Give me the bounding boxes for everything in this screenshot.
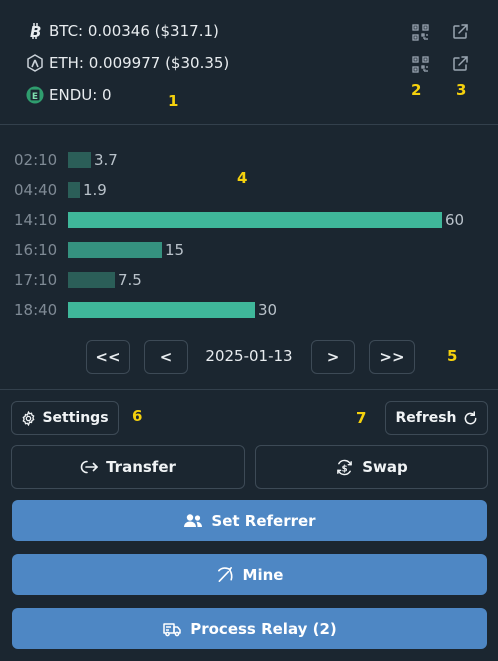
refresh-button[interactable]: Refresh (385, 401, 488, 435)
marker-7: 7 (356, 409, 367, 427)
btc-external-link-icon[interactable] (450, 22, 470, 42)
bar-row-0440: 04:40 1.9 (14, 181, 107, 199)
divider-top (0, 124, 498, 125)
settings-button[interactable]: Settings (11, 401, 119, 435)
btc-balance-row: B BTC: 0.00346 ($317.1) (26, 22, 219, 40)
transfer-label: Transfer (106, 458, 176, 476)
process-relay-label: Process Relay (2) (190, 619, 337, 638)
bar-time-label: 14:10 (14, 211, 58, 229)
bar-1410 (68, 212, 442, 228)
bar-row-1410: 14:10 60 (14, 211, 464, 229)
swap-icon: $ (335, 458, 354, 477)
bar-row-1840: 18:40 30 (14, 301, 277, 319)
marker-2: 2 (411, 81, 422, 99)
bar-value-label: 15 (165, 241, 185, 259)
bar-0210 (68, 152, 91, 168)
bar-row-0210: 02:10 3.7 (14, 151, 118, 169)
transfer-button[interactable]: Transfer (11, 445, 245, 489)
truck-icon (162, 621, 182, 637)
endu-balance-row: E ENDU: 0 (26, 86, 112, 104)
bar-value-label: 60 (445, 211, 465, 229)
bar-row-1610: 16:10 15 (14, 241, 184, 259)
arbitrum-icon (26, 54, 44, 72)
gear-icon (21, 410, 36, 426)
btc-balance-text: BTC: 0.00346 ($317.1) (49, 22, 219, 40)
btc-qr-code-icon[interactable] (410, 22, 430, 42)
marker-4: 4 (237, 169, 248, 187)
bar-time-label: 18:40 (14, 301, 58, 319)
bar-1840 (68, 302, 255, 318)
bar-value-label: 30 (258, 301, 278, 319)
marker-3: 3 (456, 81, 467, 99)
eth-balance-row: ETH: 0.009977 ($30.35) (26, 54, 229, 72)
prev-page-button[interactable]: < (144, 340, 188, 374)
bar-value-label: 3.7 (94, 151, 118, 169)
bar-0440 (68, 182, 80, 198)
current-date-label: 2025-01-13 (205, 347, 293, 365)
settings-label: Settings (42, 410, 109, 426)
set-referrer-label: Set Referrer (211, 511, 316, 530)
pickaxe-icon (216, 565, 235, 584)
svg-text:E: E (32, 92, 38, 102)
bitcoin-icon: B (26, 22, 44, 40)
marker-5: 5 (447, 347, 458, 365)
divider-bottom (0, 389, 498, 390)
bar-time-label: 02:10 (14, 151, 58, 169)
next-page-button[interactable]: > (311, 340, 355, 374)
eth-balance-text: ETH: 0.009977 ($30.35) (49, 54, 230, 72)
bar-time-label: 04:40 (14, 181, 58, 199)
last-page-button[interactable]: >> (369, 340, 415, 374)
svg-text:$: $ (342, 464, 348, 474)
bar-time-label: 16:10 (14, 241, 58, 259)
bar-value-label: 7.5 (118, 271, 142, 289)
users-icon (183, 513, 203, 529)
first-page-button[interactable]: << (86, 340, 130, 374)
transfer-icon (80, 459, 99, 475)
bar-row-1710: 17:10 7.5 (14, 271, 142, 289)
bar-time-label: 17:10 (14, 271, 58, 289)
eth-external-link-icon[interactable] (450, 54, 470, 74)
marker-1: 1 (168, 92, 179, 110)
mine-button[interactable]: Mine (12, 554, 487, 595)
mine-label: Mine (242, 565, 284, 584)
refresh-label: Refresh (395, 410, 457, 426)
endu-icon: E (26, 86, 44, 104)
swap-label: Swap (362, 458, 408, 476)
set-referrer-button[interactable]: Set Referrer (12, 500, 487, 541)
bar-value-label: 1.9 (83, 181, 107, 199)
marker-6: 6 (132, 407, 143, 425)
process-relay-button[interactable]: Process Relay (2) (12, 608, 487, 649)
bar-1710 (68, 272, 115, 288)
swap-button[interactable]: $ Swap (255, 445, 488, 489)
bar-1610 (68, 242, 162, 258)
eth-qr-code-icon[interactable] (410, 54, 430, 74)
refresh-icon (463, 410, 478, 426)
endu-balance-text: ENDU: 0 (49, 86, 112, 104)
